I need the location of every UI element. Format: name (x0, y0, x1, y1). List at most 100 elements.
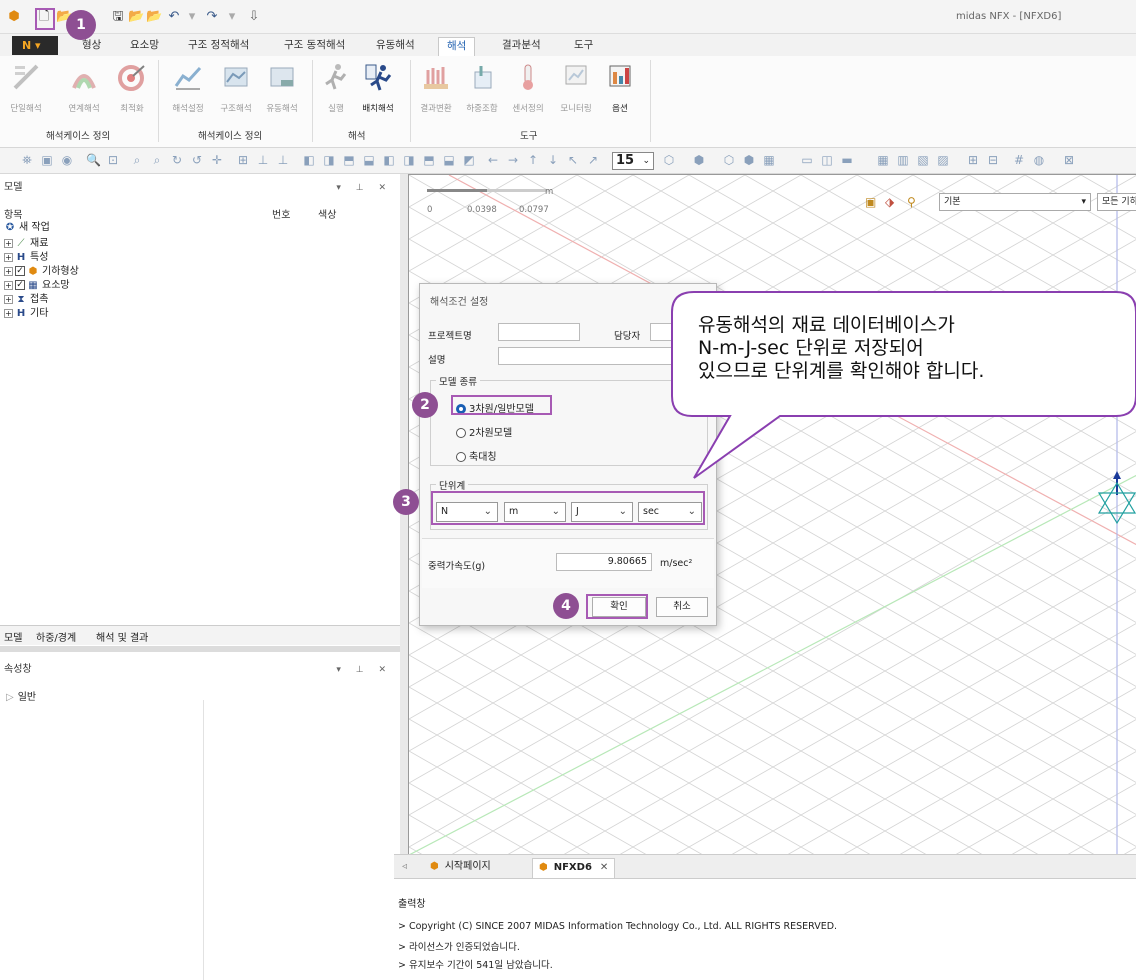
customize-quick-access-icon[interactable]: ⇩ (246, 8, 262, 26)
zoom-in-icon[interactable]: 🔍 (86, 153, 101, 167)
tree-item-material[interactable]: + ⟋ 재료 (4, 237, 48, 250)
render-mode-icon[interactable]: ⬢ (692, 153, 706, 167)
display-settings-icon[interactable]: ⬗ (885, 195, 894, 209)
undo-list-icon[interactable]: ▾ (184, 8, 200, 26)
cancel-button[interactable]: 취소 (656, 597, 708, 617)
app-menu-button[interactable]: N ▾ (12, 36, 58, 55)
zoom-fit-icon[interactable]: ⌕ (130, 153, 144, 167)
tab-analysis[interactable]: 해석 (438, 37, 476, 56)
structural-analysis-button[interactable]: 구조해석 (216, 60, 256, 118)
tree-item-other[interactable]: + H 기타 (4, 307, 48, 320)
select-icon[interactable]: ⛯ (20, 153, 34, 167)
select-option-icon[interactable]: ◉ (60, 153, 74, 167)
view-iso-alt-icon[interactable]: ⬓ (442, 153, 456, 167)
tab-nfxd6[interactable]: ⬢ NFXD6 ✕ (532, 858, 616, 878)
arrow-down-icon[interactable]: ↓ (546, 153, 560, 167)
mesh-display-icon[interactable]: ⊞ (966, 153, 980, 167)
display-mode-icon[interactable]: ⬡ (662, 153, 676, 167)
redo-list-icon[interactable]: ▾ (224, 8, 240, 26)
options-button[interactable]: 옵션 (600, 60, 640, 118)
zoom-out-icon[interactable]: ⌕ (150, 153, 164, 167)
grid-icon[interactable]: ⊞ (236, 153, 250, 167)
pan-icon[interactable]: ✛ (210, 153, 224, 167)
mesh-display2-icon[interactable]: ⊟ (986, 153, 1000, 167)
expand-icon[interactable]: + (4, 266, 13, 276)
expand-icon[interactable]: + (4, 280, 13, 290)
panel-controls[interactable]: ▾ ⊥ ✕ (336, 178, 392, 198)
node-display-icon[interactable]: ◍ (1032, 153, 1046, 167)
open-recent-icon[interactable]: 📂 (128, 8, 144, 26)
gravity-input[interactable]: 9.80665 (556, 553, 652, 571)
arrow-left-icon[interactable]: ← (486, 153, 500, 167)
zoom-window-icon[interactable]: ⊡ (106, 153, 120, 167)
display-toggle-icon[interactable]: ▭ (800, 153, 814, 167)
arrow-up-icon[interactable]: ↑ (526, 153, 540, 167)
transparency-icon[interactable]: ▦ (762, 153, 776, 167)
tab-model[interactable]: 모델 (4, 629, 22, 644)
shade-mode-icon[interactable]: ⬡ (722, 153, 736, 167)
tab-start-page[interactable]: ⬢ 시작페이지 (430, 858, 491, 878)
single-analysis-button[interactable]: 단일해석 (6, 60, 46, 118)
analysis-setup-button[interactable]: 해석설정 (168, 60, 208, 118)
view-iso-icon[interactable]: ⬒ (422, 153, 436, 167)
monitoring-button[interactable]: 모니터링 (556, 60, 596, 118)
sensor-define-button[interactable]: 센서정의 (508, 60, 548, 118)
tab-load-boundary[interactable]: 하중/경계 (36, 629, 76, 644)
save-icon[interactable]: 🖫 (110, 8, 126, 26)
optimization-button[interactable]: 최적화 (112, 60, 152, 118)
shade-alt-icon[interactable]: ⬢ (742, 153, 756, 167)
undo-icon[interactable]: ↶ (166, 8, 182, 26)
tab-cfd[interactable]: 유동해석 (368, 37, 423, 56)
expand-icon[interactable]: + (4, 252, 13, 262)
view-front-icon[interactable]: ◧ (302, 153, 316, 167)
result-convert-button[interactable]: 결과변환 (416, 60, 456, 118)
description-input[interactable] (498, 347, 710, 365)
property-group-general[interactable]: ▷ 일반 (6, 688, 36, 703)
grid-display-icon[interactable]: ▦ (876, 153, 890, 167)
hash-icon[interactable]: # (1012, 153, 1026, 167)
rotate-alt-icon[interactable]: ↺ (190, 153, 204, 167)
more-icon[interactable]: ⊠ (1062, 153, 1076, 167)
filter-icon[interactable]: ⚲ (907, 195, 916, 209)
load-combination-button[interactable]: 하중조합 (462, 60, 502, 118)
tree-item-property[interactable]: + H 특성 (4, 251, 48, 264)
tab-results[interactable]: 결과분석 (494, 37, 549, 56)
view-top-icon[interactable]: ⬒ (342, 153, 356, 167)
geometry-filter-select[interactable]: 모든 기하형상 (1097, 193, 1136, 211)
expand-icon[interactable]: + (4, 238, 13, 248)
tree-item-mesh[interactable]: + ✓ ▦ 요소망 (4, 279, 70, 292)
measure-icon[interactable]: ⊥ (256, 153, 270, 167)
close-icon[interactable]: ✕ (600, 862, 608, 873)
measure-alt-icon[interactable]: ⊥ (276, 153, 290, 167)
tab-mesh[interactable]: 요소망 (122, 37, 167, 56)
redo-icon[interactable]: ↷ (204, 8, 220, 26)
batch-analysis-button[interactable]: 배치해석 (358, 60, 398, 118)
tab-static-analysis[interactable]: 구조 정적해석 (180, 37, 257, 56)
view-right-icon[interactable]: ◨ (402, 153, 416, 167)
arrow-ne-icon[interactable]: ↗ (586, 153, 600, 167)
tree-item-geometry[interactable]: + ✓ ⬢ 기하형상 (4, 265, 79, 278)
display-toggle2-icon[interactable]: ◫ (820, 153, 834, 167)
cfd-analysis-button[interactable]: 유동해석 (262, 60, 302, 118)
work-plane-icon[interactable]: ▧ (916, 153, 930, 167)
tab-tools[interactable]: 도구 (566, 37, 601, 56)
view-settings-icon[interactable]: ▣ (865, 195, 876, 209)
view-preset-select[interactable]: 기본 ▾ (939, 193, 1091, 211)
tree-item-contact[interactable]: + ⧗ 접촉 (4, 293, 48, 306)
arrow-right-icon[interactable]: → (506, 153, 520, 167)
view-bottom-icon[interactable]: ⬓ (362, 153, 376, 167)
project-name-input[interactable] (498, 323, 580, 341)
visibility-checkbox[interactable]: ✓ (15, 266, 25, 276)
expand-icon[interactable]: + (4, 294, 13, 304)
panel-controls[interactable]: ▾ ⊥ ✕ (336, 660, 392, 680)
view-back-icon[interactable]: ◨ (322, 153, 336, 167)
select-box-icon[interactable]: ▣ (40, 153, 54, 167)
model-type-axisymmetric-radio[interactable]: 축대칭 (456, 448, 497, 463)
view-left-icon[interactable]: ◧ (382, 153, 396, 167)
arrow-nw-icon[interactable]: ↖ (566, 153, 580, 167)
rotate-icon[interactable]: ↻ (170, 153, 184, 167)
view-persp-icon[interactable]: ◩ (462, 153, 476, 167)
tab-scroll-left-icon[interactable]: ◃ (402, 858, 407, 878)
tree-item-new-job[interactable]: ✪ 새 작업 (4, 221, 50, 234)
visibility-checkbox[interactable]: ✓ (15, 280, 25, 290)
